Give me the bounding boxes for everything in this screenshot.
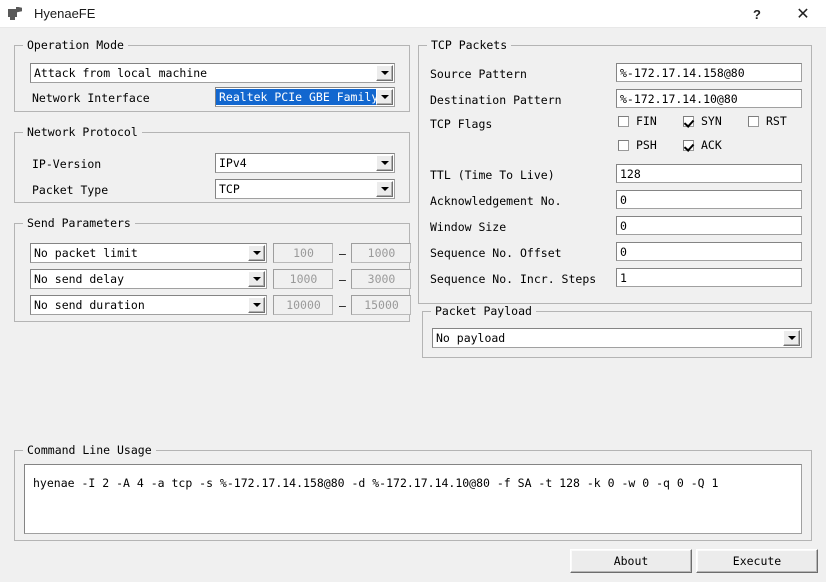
ip-version-combo[interactable]: IPv4 (215, 153, 395, 173)
client-area: Operation Mode Attack from local machine… (0, 28, 826, 582)
packet-limit-range-dash: – (339, 247, 346, 261)
tcp-flags-label: TCP Flags (430, 117, 492, 131)
flag-syn-label: SYN (701, 114, 722, 128)
tcp-packets-legend: TCP Packets (427, 38, 511, 52)
send-duration-min-field[interactable]: 10000 (273, 295, 333, 315)
flag-psh-label: PSH (636, 138, 657, 152)
source-pattern-field[interactable]: %-172.17.14.158@80 (616, 63, 802, 82)
acknowledgement-no-field[interactable]: 0 (616, 190, 802, 209)
packet-payload-group: Packet Payload No payload (422, 304, 812, 358)
checkbox-icon (618, 140, 629, 151)
destination-pattern-field[interactable]: %-172.17.14.10@80 (616, 89, 802, 108)
source-pattern-label: Source Pattern (430, 67, 527, 81)
command-line-output[interactable]: hyenae -I 2 -A 4 -a tcp -s %-172.17.14.1… (24, 464, 802, 534)
window-controls: ? ✕ (734, 0, 826, 28)
chevron-down-icon[interactable] (376, 181, 393, 197)
chevron-down-icon[interactable] (248, 245, 265, 261)
checkbox-checked-icon (683, 140, 694, 151)
network-protocol-legend: Network Protocol (23, 125, 142, 139)
packet-limit-max-field[interactable]: 1000 (351, 243, 411, 263)
packet-payload-combo[interactable]: No payload (432, 328, 802, 348)
window-size-field[interactable]: 0 (616, 216, 802, 235)
send-delay-combo[interactable]: No send delay (30, 269, 267, 289)
send-delay-range-dash: – (339, 273, 346, 287)
send-delay-max-field[interactable]: 3000 (351, 269, 411, 289)
command-line-usage-group: Command Line Usage hyenae -I 2 -A 4 -a t… (14, 443, 812, 541)
sequence-steps-label: Sequence No. Incr. Steps (430, 272, 596, 286)
chevron-down-icon[interactable] (248, 271, 265, 287)
about-button[interactable]: About (570, 549, 692, 573)
network-interface-combo-value: Realtek PCIe GBE Family Cor (216, 89, 376, 105)
command-line-usage-legend: Command Line Usage (23, 443, 156, 457)
packet-payload-combo-value: No payload (433, 330, 783, 346)
send-duration-combo[interactable]: No send duration (30, 295, 267, 315)
network-interface-combo[interactable]: Realtek PCIe GBE Family Cor (215, 87, 395, 107)
packet-limit-combo-value: No packet limit (31, 245, 248, 261)
packet-limit-combo[interactable]: No packet limit (30, 243, 267, 263)
chevron-down-icon[interactable] (783, 330, 800, 346)
help-button[interactable]: ? (734, 0, 780, 28)
packet-payload-legend: Packet Payload (431, 304, 536, 318)
window-size-label: Window Size (430, 220, 506, 234)
send-duration-max-field[interactable]: 15000 (351, 295, 411, 315)
send-duration-range-dash: – (339, 299, 346, 313)
flag-ack-label: ACK (701, 138, 722, 152)
flag-rst-checkbox[interactable]: RST (748, 114, 787, 128)
packet-type-label: Packet Type (32, 183, 108, 197)
send-duration-combo-value: No send duration (31, 297, 248, 313)
execute-button[interactable]: Execute (696, 549, 818, 573)
flag-psh-checkbox[interactable]: PSH (618, 138, 657, 152)
sequence-offset-label: Sequence No. Offset (430, 246, 562, 260)
chevron-down-icon[interactable] (376, 65, 393, 81)
flag-ack-checkbox[interactable]: ACK (683, 138, 722, 152)
app-icon (8, 6, 24, 22)
destination-pattern-label: Destination Pattern (430, 93, 562, 107)
operation-mode-combo[interactable]: Attack from local machine (30, 63, 395, 83)
send-delay-min-field[interactable]: 1000 (273, 269, 333, 289)
packet-limit-min-field[interactable]: 100 (273, 243, 333, 263)
sequence-steps-field[interactable]: 1 (616, 268, 802, 287)
flag-fin-checkbox[interactable]: FIN (618, 114, 657, 128)
send-delay-combo-value: No send delay (31, 271, 248, 287)
flag-syn-checkbox[interactable]: SYN (683, 114, 722, 128)
tcp-packets-group: TCP Packets Source Pattern %-172.17.14.1… (418, 38, 812, 304)
title-bar: HyenaeFE ? ✕ (0, 0, 826, 28)
operation-mode-group: Operation Mode Attack from local machine… (14, 38, 410, 112)
chevron-down-icon[interactable] (376, 155, 393, 171)
checkbox-checked-icon (683, 116, 694, 127)
ttl-label: TTL (Time To Live) (430, 168, 555, 182)
window-title: HyenaeFE (34, 6, 95, 21)
ip-version-label: IP-Version (32, 157, 101, 171)
operation-mode-combo-value: Attack from local machine (31, 65, 376, 81)
network-interface-label: Network Interface (32, 91, 150, 105)
sequence-offset-field[interactable]: 0 (616, 242, 802, 261)
acknowledgement-no-label: Acknowledgement No. (430, 194, 562, 208)
flag-rst-label: RST (766, 114, 787, 128)
packet-type-combo[interactable]: TCP (215, 179, 395, 199)
close-button[interactable]: ✕ (780, 0, 826, 28)
network-protocol-group: Network Protocol IP-Version IPv4 Packet … (14, 125, 410, 203)
chevron-down-icon[interactable] (376, 89, 393, 105)
operation-mode-legend: Operation Mode (23, 38, 128, 52)
ttl-field[interactable]: 128 (616, 164, 802, 183)
packet-type-combo-value: TCP (216, 181, 376, 197)
checkbox-icon (618, 116, 629, 127)
checkbox-icon (748, 116, 759, 127)
send-parameters-legend: Send Parameters (23, 216, 135, 230)
ip-version-combo-value: IPv4 (216, 155, 376, 171)
chevron-down-icon[interactable] (248, 297, 265, 313)
flag-fin-label: FIN (636, 114, 657, 128)
send-parameters-group: Send Parameters No packet limit 100 – 10… (14, 216, 410, 322)
